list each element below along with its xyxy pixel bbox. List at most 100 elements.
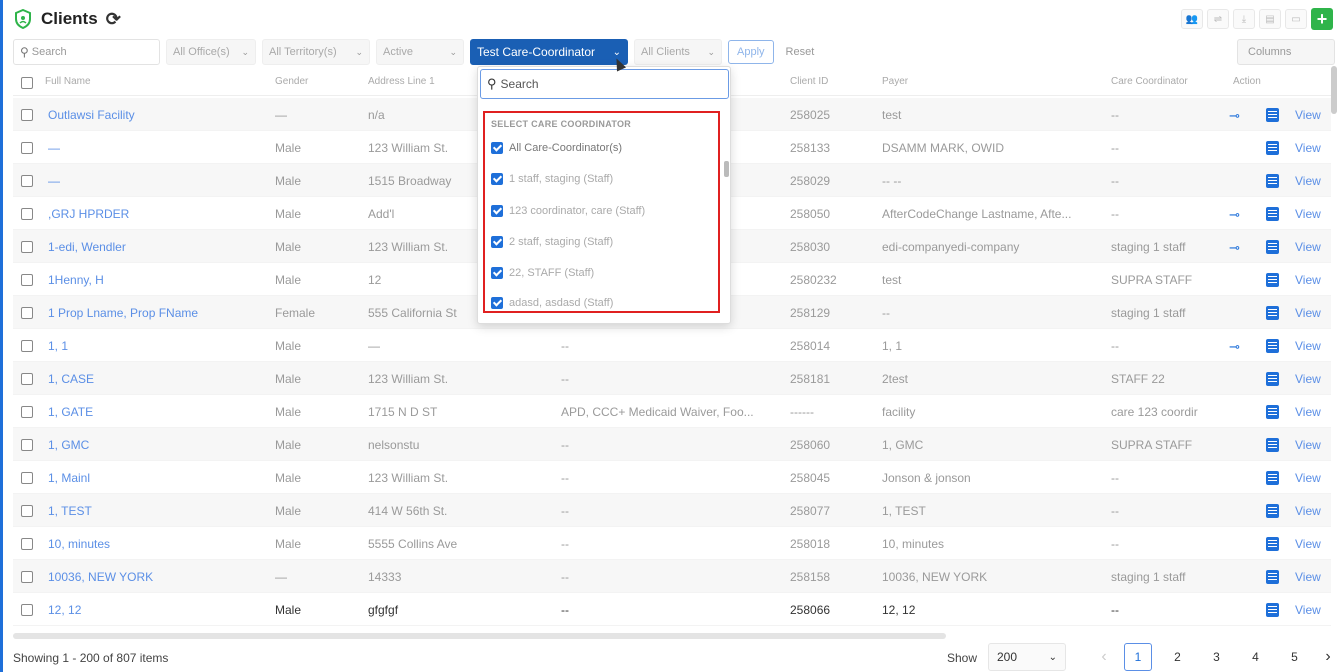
vertical-scrollbar[interactable] <box>1331 66 1337 114</box>
coordinator-option[interactable]: 123 coordinator, care (Staff) <box>491 203 645 219</box>
col-client-id[interactable]: Client ID <box>790 76 828 87</box>
view-link[interactable]: View <box>1295 174 1321 188</box>
client-name-link[interactable]: — <box>48 141 268 155</box>
notes-icon[interactable] <box>1266 405 1279 419</box>
view-link[interactable]: View <box>1295 570 1321 584</box>
users-icon[interactable]: 👥 <box>1181 9 1203 29</box>
table-row[interactable]: 12, 12 Male gfgfgf -- 258066 12, 12 -- View <box>13 593 1331 626</box>
prev-page-icon[interactable]: ‹ <box>1090 643 1118 671</box>
col-care-coordinator[interactable]: Care Coordinator <box>1111 76 1188 87</box>
table-row[interactable]: 10036, NEW YORK — 14333 -- 258158 10036, NEW … <box>13 560 1331 593</box>
client-name-link[interactable]: 1, 1 <box>48 339 268 353</box>
client-name-link[interactable]: 1, GMC <box>48 438 268 452</box>
page-1[interactable]: 1 <box>1124 643 1152 671</box>
table-row[interactable]: 1, TEST Male 414 W 56th St. -- 258077 1, TEST… <box>13 494 1331 527</box>
col-address[interactable]: Address Line 1 <box>368 76 435 87</box>
row-checkbox[interactable] <box>21 175 33 187</box>
client-name-link[interactable]: 1, TEST <box>48 504 268 518</box>
page-size-select[interactable]: 200 ⌄ <box>988 643 1066 671</box>
notes-icon[interactable] <box>1266 174 1279 188</box>
view-link[interactable]: View <box>1295 273 1321 287</box>
notes-icon[interactable] <box>1266 471 1279 485</box>
col-full-name[interactable]: Full Name <box>45 76 91 87</box>
key-icon[interactable]: ⊸ <box>1229 109 1240 122</box>
notes-icon[interactable] <box>1266 537 1279 551</box>
horizontal-scrollbar[interactable] <box>13 633 946 639</box>
col-gender[interactable]: Gender <box>275 76 308 87</box>
reset-button[interactable]: Reset <box>786 46 815 58</box>
row-checkbox[interactable] <box>21 538 33 550</box>
add-client-button[interactable]: + <box>1311 8 1333 30</box>
row-checkbox[interactable] <box>21 241 33 253</box>
table-row[interactable]: 1, Mainl Male 123 William St. -- 258045 Jonso… <box>13 461 1331 494</box>
message-icon[interactable]: ▭ <box>1285 9 1307 29</box>
select-all-checkbox[interactable] <box>21 77 33 89</box>
offices-select[interactable]: All Office(s) ⌄ <box>166 39 256 65</box>
notes-icon[interactable] <box>1266 339 1279 353</box>
territory-select[interactable]: All Territory(s) ⌄ <box>262 39 370 65</box>
row-checkbox[interactable] <box>21 340 33 352</box>
row-checkbox[interactable] <box>21 439 33 451</box>
notes-icon[interactable] <box>1266 306 1279 320</box>
next-page-icon[interactable]: › <box>1314 643 1342 671</box>
coordinator-option[interactable]: 2 staff, staging (Staff) <box>491 234 613 250</box>
notes-icon[interactable] <box>1266 240 1279 254</box>
view-link[interactable]: View <box>1295 471 1321 485</box>
client-name-link[interactable]: ,GRJ HPRDER <box>48 207 268 221</box>
view-link[interactable]: View <box>1295 603 1321 617</box>
dropdown-search-input[interactable]: ⚲ Search <box>480 69 729 99</box>
notes-icon[interactable] <box>1266 207 1279 221</box>
coordinator-option[interactable]: All Care-Coordinator(s) <box>491 140 622 156</box>
notes-icon[interactable] <box>1266 504 1279 518</box>
download-icon[interactable]: ⤓ <box>1233 9 1255 29</box>
client-name-link[interactable]: 10036, NEW YORK <box>48 570 268 584</box>
notes-icon[interactable] <box>1266 273 1279 287</box>
row-checkbox[interactable] <box>21 571 33 583</box>
client-name-link[interactable]: — <box>48 174 268 188</box>
view-link[interactable]: View <box>1295 108 1321 122</box>
view-link[interactable]: View <box>1295 537 1321 551</box>
client-name-link[interactable]: 10, minutes <box>48 537 268 551</box>
table-row[interactable]: 1, GMC Male nelsonstu -- 258060 1, GMC SUPRA S… <box>13 428 1331 461</box>
view-link[interactable]: View <box>1295 339 1321 353</box>
client-name-link[interactable]: 1, GATE <box>48 405 268 419</box>
columns-button[interactable]: Columns <box>1237 39 1335 65</box>
refresh-icon[interactable]: ⟳ <box>106 10 121 28</box>
client-name-link[interactable]: 1-edi, Wendler <box>48 240 268 254</box>
view-link[interactable]: View <box>1295 207 1321 221</box>
view-link[interactable]: View <box>1295 240 1321 254</box>
row-checkbox[interactable] <box>21 505 33 517</box>
view-link[interactable]: View <box>1295 405 1321 419</box>
client-name-link[interactable]: 1, CASE <box>48 372 268 386</box>
client-name-link[interactable]: 1Henny, H <box>48 273 268 287</box>
page-3[interactable]: 3 <box>1197 643 1236 671</box>
row-checkbox[interactable] <box>21 604 33 616</box>
client-name-link[interactable]: Outlawsi Facility <box>48 108 268 122</box>
col-payer[interactable]: Payer <box>882 76 908 87</box>
link-icon[interactable]: ⇌ <box>1207 9 1229 29</box>
care-coordinator-select[interactable]: Test Care-Coordinator ⌄ <box>470 39 628 65</box>
status-select[interactable]: Active ⌄ <box>376 39 464 65</box>
table-row[interactable]: 1, 1 Male — -- 258014 1, 1 -- ⊸ View <box>13 329 1331 362</box>
apply-button[interactable]: Apply <box>728 40 774 64</box>
row-checkbox[interactable] <box>21 109 33 121</box>
notes-icon[interactable] <box>1266 141 1279 155</box>
row-checkbox[interactable] <box>21 142 33 154</box>
search-input[interactable]: ⚲ Search <box>13 39 160 65</box>
dropdown-scrollbar[interactable] <box>724 161 729 177</box>
view-link[interactable]: View <box>1295 141 1321 155</box>
row-checkbox[interactable] <box>21 472 33 484</box>
client-name-link[interactable]: 12, 12 <box>48 603 268 617</box>
view-link[interactable]: View <box>1295 372 1321 386</box>
notes-icon[interactable] <box>1266 603 1279 617</box>
notes-icon[interactable] <box>1266 108 1279 122</box>
table-row[interactable]: 10, minutes Male 5555 Collins Ave -- 258018 1… <box>13 527 1331 560</box>
print-icon[interactable]: ▤ <box>1259 9 1281 29</box>
key-icon[interactable]: ⊸ <box>1229 241 1240 254</box>
key-icon[interactable]: ⊸ <box>1229 208 1240 221</box>
coordinator-option[interactable]: 22, STAFF (Staff) <box>491 265 594 281</box>
table-row[interactable]: 1, GATE Male 1715 N D ST APD, CCC+ Medicaid… <box>13 395 1331 428</box>
client-name-link[interactable]: 1 Prop Lname, Prop FName <box>48 306 268 320</box>
coordinator-option[interactable]: 1 staff, staging (Staff) <box>491 171 613 187</box>
table-row[interactable]: 1, CASE Male 123 William St. -- 258181 2test S… <box>13 362 1331 395</box>
